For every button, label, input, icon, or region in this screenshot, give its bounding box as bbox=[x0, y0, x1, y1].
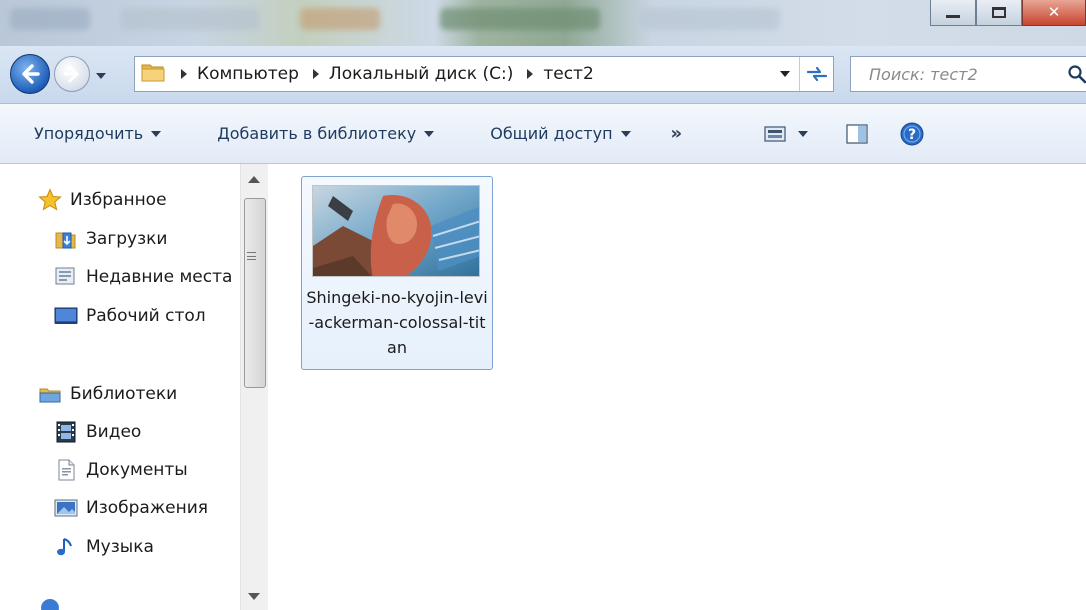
image-thumbnail bbox=[312, 185, 480, 277]
nav-favorites[interactable]: Избранное bbox=[38, 188, 167, 212]
homegroup-icon bbox=[38, 596, 62, 610]
address-bar[interactable]: Компьютер Локальный диск (C:) тест2 bbox=[134, 56, 834, 92]
recent-places-icon bbox=[54, 265, 78, 289]
more-commands-label: » bbox=[670, 123, 683, 144]
nav-pictures-label: Изображения bbox=[86, 498, 209, 518]
nav-desktop[interactable]: Рабочий стол bbox=[54, 304, 206, 328]
recent-pages-dropdown[interactable] bbox=[94, 68, 108, 82]
organize-label: Упорядочить bbox=[34, 124, 144, 143]
chevron-down-icon bbox=[96, 73, 106, 79]
window-titlebar: ✕ bbox=[0, 0, 1086, 46]
file-name: Shingeki-no-kyojin-levi-ackerman-colossa… bbox=[306, 288, 488, 357]
breadcrumb-item-local-disk[interactable]: Локальный диск (C:) bbox=[329, 64, 513, 84]
nav-favorites-label: Избранное bbox=[70, 190, 167, 210]
breadcrumb: Компьютер Локальный диск (C:) тест2 bbox=[167, 64, 594, 84]
breadcrumb-item-computer[interactable]: Компьютер bbox=[197, 64, 299, 84]
nav-video[interactable]: Видео bbox=[54, 420, 141, 444]
file-list-area[interactable]: Shingeki-no-kyojin-levi-ackerman-colossa… bbox=[269, 164, 1086, 610]
back-button[interactable] bbox=[10, 54, 50, 94]
navigation-pane: Избранное Загрузки Недавние места Рабочи… bbox=[0, 164, 268, 610]
preview-pane-button[interactable] bbox=[846, 104, 868, 163]
window-controls: ✕ bbox=[930, 0, 1086, 26]
preview-pane-icon bbox=[846, 123, 868, 144]
navigation-bar: Компьютер Локальный диск (C:) тест2 bbox=[0, 46, 1086, 104]
breadcrumb-separator-icon[interactable] bbox=[527, 69, 534, 79]
navigation-pane-scrollbar[interactable] bbox=[240, 164, 268, 610]
share-menu[interactable]: Общий доступ bbox=[490, 104, 631, 163]
chevron-down-icon bbox=[798, 130, 809, 137]
chevron-down-icon bbox=[779, 71, 790, 77]
nav-music[interactable]: Музыка bbox=[54, 535, 154, 559]
forward-button[interactable] bbox=[54, 56, 90, 92]
blurred-background bbox=[120, 8, 260, 30]
add-to-library-menu[interactable]: Добавить в библиотеку bbox=[217, 104, 435, 163]
nav-next-item-partial[interactable] bbox=[38, 596, 70, 610]
nav-music-label: Музыка bbox=[86, 537, 154, 557]
scroll-up-icon[interactable] bbox=[248, 176, 260, 183]
nav-recent-places[interactable]: Недавние места bbox=[54, 265, 240, 289]
chevron-down-icon bbox=[424, 130, 435, 137]
nav-libraries[interactable]: Библиотеки bbox=[38, 382, 177, 406]
chevron-down-icon bbox=[151, 130, 162, 137]
maximize-button[interactable] bbox=[976, 0, 1022, 26]
breadcrumb-item-current-folder[interactable]: тест2 bbox=[543, 64, 593, 84]
breadcrumb-separator-icon[interactable] bbox=[312, 69, 319, 79]
blurred-background bbox=[10, 8, 90, 30]
share-label: Общий доступ bbox=[490, 124, 613, 143]
documents-icon bbox=[54, 458, 78, 482]
maximize-icon bbox=[992, 7, 1006, 18]
refresh-icon bbox=[806, 66, 827, 82]
view-mode-icon bbox=[764, 125, 786, 142]
minimize-button[interactable] bbox=[930, 0, 976, 26]
search-box bbox=[850, 56, 1086, 92]
blurred-background bbox=[640, 8, 780, 30]
command-toolbar: Упорядочить Добавить в библиотеку Общий … bbox=[0, 104, 1086, 164]
add-to-library-label: Добавить в библиотеку bbox=[217, 124, 417, 143]
blurred-background bbox=[300, 8, 380, 30]
search-icon[interactable] bbox=[1067, 64, 1086, 84]
refresh-button[interactable] bbox=[799, 57, 833, 91]
arrow-left-icon bbox=[22, 64, 40, 84]
scrollbar-thumb[interactable] bbox=[244, 198, 266, 388]
libraries-icon bbox=[38, 382, 62, 406]
organize-menu[interactable]: Упорядочить bbox=[34, 104, 162, 163]
close-button[interactable]: ✕ bbox=[1022, 0, 1086, 26]
nav-documents-label: Документы bbox=[86, 460, 188, 480]
chevron-down-icon bbox=[620, 130, 631, 137]
minimize-icon bbox=[946, 15, 960, 18]
svg-text:?: ? bbox=[908, 127, 916, 143]
nav-downloads-label: Загрузки bbox=[86, 229, 168, 249]
music-note-icon bbox=[54, 535, 78, 559]
view-options-button[interactable] bbox=[764, 104, 809, 163]
arrow-right-icon bbox=[63, 65, 79, 83]
downloads-folder-icon bbox=[54, 227, 78, 251]
nav-downloads[interactable]: Загрузки bbox=[54, 227, 167, 251]
nav-video-label: Видео bbox=[86, 422, 142, 442]
more-commands-button[interactable]: » bbox=[671, 104, 683, 163]
nav-pictures[interactable]: Изображения bbox=[54, 496, 208, 520]
search-input[interactable] bbox=[851, 57, 1067, 91]
file-item[interactable]: Shingeki-no-kyojin-levi-ackerman-colossa… bbox=[301, 176, 493, 370]
help-icon: ? bbox=[900, 122, 924, 145]
address-history-dropdown[interactable] bbox=[769, 57, 799, 91]
nav-libraries-label: Библиотеки bbox=[70, 384, 178, 404]
help-button[interactable]: ? bbox=[900, 104, 924, 163]
desktop-icon bbox=[54, 304, 78, 328]
pictures-icon bbox=[54, 496, 78, 520]
video-icon bbox=[54, 420, 78, 444]
blurred-background bbox=[440, 8, 600, 30]
nav-documents[interactable]: Документы bbox=[54, 458, 188, 482]
folder-icon bbox=[139, 58, 167, 90]
nav-recent-places-label: Недавние места bbox=[86, 267, 233, 287]
scroll-down-icon[interactable] bbox=[248, 593, 260, 600]
nav-desktop-label: Рабочий стол bbox=[86, 306, 206, 326]
star-icon bbox=[38, 188, 62, 212]
breadcrumb-separator-icon[interactable] bbox=[181, 69, 187, 79]
scrollbar-grip-icon bbox=[247, 252, 256, 260]
close-icon: ✕ bbox=[1047, 3, 1061, 21]
